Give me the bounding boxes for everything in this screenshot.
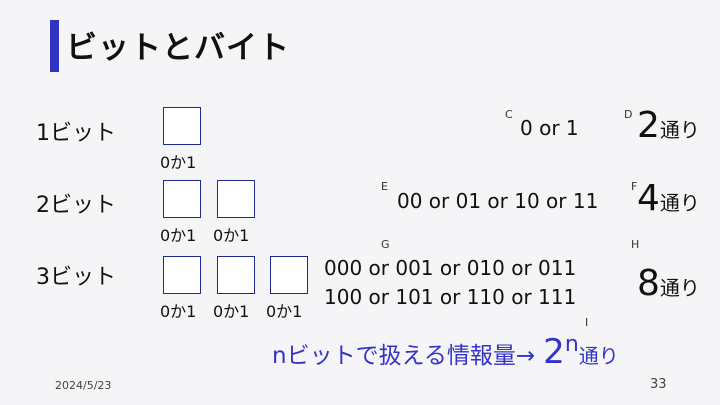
values-2bit: 00 or 01 or 10 or 11 xyxy=(397,189,599,213)
tag-label: D xyxy=(624,108,633,121)
row-label-1bit: 1ビット xyxy=(36,121,116,146)
nbits-statement: nビットで扱える情報量→ 2n通り xyxy=(272,332,619,372)
count-unit: 通り xyxy=(659,276,700,300)
bit-box xyxy=(217,180,255,218)
count-3bit: 8通り xyxy=(637,263,700,304)
count-unit: 通り xyxy=(659,118,700,142)
footer-date: 2024/5/23 xyxy=(55,379,112,392)
nbits-text: nビットで扱える情報量→ xyxy=(272,343,536,369)
values-3bit-line2: 100 or 101 or 110 or 111 xyxy=(324,285,577,309)
nbits-base: 2 xyxy=(543,332,565,372)
bit-box xyxy=(163,256,201,294)
bit-caption: 0か1 xyxy=(160,302,197,321)
count-1bit: 2通り xyxy=(637,105,700,146)
slide-title: ビットとバイト xyxy=(66,30,290,66)
values-3bit-line1: 000 or 001 or 010 or 011 xyxy=(324,256,577,280)
values-1bit: 0 or 1 xyxy=(520,116,579,140)
bit-caption: 0か1 xyxy=(266,302,303,321)
bit-box xyxy=(217,256,255,294)
row-label-2bit: 2ビット xyxy=(36,193,116,218)
bit-box xyxy=(270,256,308,294)
count-number: 4 xyxy=(637,178,660,219)
bit-caption: 0か1 xyxy=(213,302,250,321)
bit-caption: 0か1 xyxy=(160,153,197,172)
tag-label: I xyxy=(585,316,589,329)
tag-label: H xyxy=(631,238,640,251)
page-number: 33 xyxy=(650,377,667,392)
bit-box xyxy=(163,107,201,145)
tag-label: G xyxy=(381,238,390,251)
count-unit: 通り xyxy=(659,191,700,215)
tag-label: C xyxy=(505,108,513,121)
nbits-unit: 通り xyxy=(578,344,619,368)
tag-label: E xyxy=(381,180,388,193)
count-number: 8 xyxy=(637,263,660,304)
row-label-3bit: 3ビット xyxy=(36,265,116,290)
title-accent-bar xyxy=(50,20,59,72)
bit-caption: 0か1 xyxy=(160,226,197,245)
slide: ビットとバイト 1ビット 0か1 C 0 or 1 D 2通り 2ビット 0か1… xyxy=(0,0,720,405)
count-2bit: 4通り xyxy=(637,178,700,219)
bit-caption: 0か1 xyxy=(213,226,250,245)
nbits-exponent: n xyxy=(564,332,579,357)
bit-box xyxy=(163,180,201,218)
count-number: 2 xyxy=(637,105,660,146)
